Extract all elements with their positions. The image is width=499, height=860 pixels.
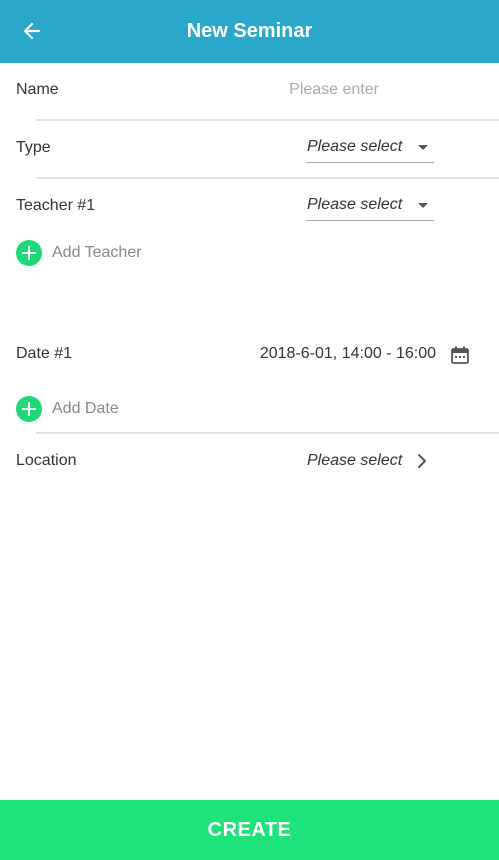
plus-circle-icon (16, 240, 42, 266)
divider (36, 177, 499, 179)
location-label: Location (16, 452, 77, 469)
teacher-label: Teacher #1 (16, 197, 96, 214)
teacher-select[interactable]: Please select (306, 192, 434, 221)
plus-circle-icon (16, 396, 42, 422)
add-date-label: Add Date (52, 400, 119, 417)
type-row: Type Please select (0, 128, 499, 168)
chevron-right-icon (418, 454, 426, 468)
date-row: Date #1 2018-6-01, 14:00 - 16:00 (0, 334, 499, 374)
divider (36, 432, 499, 434)
add-teacher-button[interactable]: Add Teacher (16, 239, 142, 267)
name-row: Name (0, 70, 499, 110)
name-label: Name (16, 81, 59, 98)
teacher-row: Teacher #1 Please select (0, 186, 499, 226)
location-value: Please select (307, 452, 403, 469)
type-label: Type (16, 139, 51, 156)
create-button[interactable]: CREATE (0, 800, 499, 860)
location-row[interactable]: Location Please select (0, 441, 499, 481)
divider (36, 119, 499, 121)
type-select-value: Please select (307, 138, 403, 155)
name-input[interactable] (219, 78, 379, 102)
calendar-icon[interactable] (450, 345, 470, 365)
date-value[interactable]: 2018-6-01, 14:00 - 16:00 (260, 334, 436, 374)
type-select[interactable]: Please select (306, 134, 434, 163)
page-title: New Seminar (186, 20, 313, 42)
add-date-button[interactable]: Add Date (16, 395, 119, 423)
caret-down-icon (418, 203, 428, 208)
teacher-select-value: Please select (307, 196, 403, 213)
app-header: New Seminar (0, 0, 499, 63)
caret-down-icon (418, 145, 428, 150)
add-teacher-label: Add Teacher (52, 244, 142, 261)
date-label: Date #1 (16, 345, 73, 362)
